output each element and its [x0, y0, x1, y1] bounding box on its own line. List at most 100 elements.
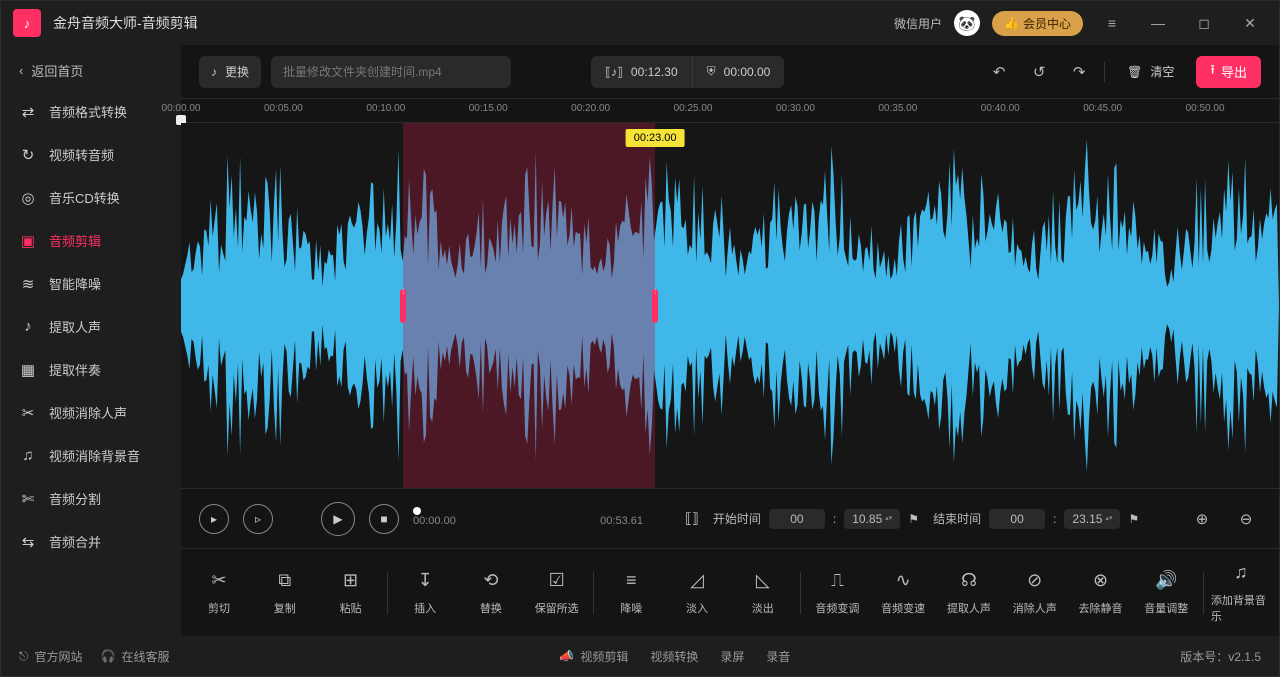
undo-button[interactable]: ↶ [984, 57, 1014, 87]
selection-start-handle[interactable]: ⋮ [400, 289, 406, 323]
tool-去除静音[interactable]: ⊗去除静音 [1071, 570, 1131, 616]
minimize-icon[interactable]: — [1141, 6, 1175, 40]
history-undo-button[interactable]: ↺ [1024, 57, 1054, 87]
tool-label: 淡出 [752, 600, 774, 616]
avatar[interactable]: 🐼 [954, 10, 980, 36]
back-home[interactable]: ‹返回首页 [1, 51, 181, 90]
tool-淡出[interactable]: ◺淡出 [733, 570, 793, 616]
end-time-ss[interactable]: 23.15▴▾ [1064, 509, 1120, 529]
upload-icon: ⭱ [1210, 61, 1215, 83]
tool-label: 音量调整 [1144, 600, 1188, 616]
tool-提取人声[interactable]: ☊提取人声 [939, 570, 999, 616]
app-title: 金舟音频大师-音频剪辑 [53, 13, 198, 33]
start-time-ss[interactable]: 10.85▴▾ [844, 509, 900, 529]
time-ruler[interactable]: 00:00.0000:05.0000:10.0000:15.0000:20.00… [181, 99, 1279, 123]
tool-label: 插入 [414, 600, 436, 616]
tool-添加背景音乐[interactable]: ♫添加背景音乐 [1211, 562, 1271, 624]
sidebar-item-5[interactable]: ♪提取人声 [1, 305, 181, 348]
footer-tab-0[interactable]: 📣视频剪辑 [559, 648, 628, 665]
replace-button[interactable]: ♪更换 [199, 56, 261, 88]
footer-tab-3[interactable]: 录音 [766, 648, 790, 665]
zoom-out-button[interactable]: ⊖ [1231, 504, 1261, 534]
export-button[interactable]: ⭱导出 [1196, 56, 1261, 88]
titlebar: ♪ 金舟音频大师-音频剪辑 微信用户 🐼 👍会员中心 ≡ — ◻ ✕ [1, 1, 1279, 45]
tool-音频变调[interactable]: ⎍音频变调 [807, 570, 867, 616]
tool-插入[interactable]: ↧插入 [395, 570, 455, 616]
nav-icon: ↻ [19, 146, 37, 164]
sidebar-item-7[interactable]: ✂视频消除人声 [1, 391, 181, 434]
selection-duration: ⟦♪⟧00:12.30 [591, 56, 692, 88]
tool-separator [800, 572, 801, 614]
marker-end-icon[interactable]: ⚑ [1128, 512, 1139, 526]
footer-tab-2[interactable]: 录屏 [720, 648, 744, 665]
tool-保留所选[interactable]: ☑保留所选 [527, 570, 587, 616]
tool-淡入[interactable]: ◿淡入 [667, 570, 727, 616]
start-time-hh[interactable]: 00 [769, 509, 825, 529]
ruler-tick: 00:10.00 [366, 103, 405, 114]
sidebar-item-label: 音乐CD转换 [49, 188, 120, 207]
top-toolbar: ♪更换 批量修改文件夹创建时间.mp4 ⟦♪⟧00:12.30 ⛨00:00.0… [181, 45, 1279, 99]
tool-label: 添加背景音乐 [1211, 592, 1271, 624]
selection-region[interactable] [403, 123, 655, 488]
maximize-icon[interactable]: ◻ [1187, 6, 1221, 40]
tool-separator [593, 572, 594, 614]
tool-label: 音频变速 [881, 600, 925, 616]
tool-音频变速[interactable]: ∿音频变速 [873, 570, 933, 616]
menu-icon[interactable]: ≡ [1095, 6, 1129, 40]
sidebar-item-8[interactable]: ♫视频消除背景音 [1, 434, 181, 477]
tool-复制[interactable]: ⧉复制 [255, 570, 315, 616]
sidebar-item-0[interactable]: ⇄音频格式转换 [1, 90, 181, 133]
chevron-left-icon: ‹ [19, 63, 23, 78]
support-link[interactable]: 🎧在线客服 [101, 648, 170, 665]
sidebar-item-10[interactable]: ⇆音频合并 [1, 520, 181, 563]
tool-separator [1203, 572, 1204, 614]
spinner-icon[interactable]: ▴▾ [885, 515, 892, 522]
selection-play-button[interactable]: ▹ [243, 504, 273, 534]
tool-label: 剪切 [208, 600, 230, 616]
official-site-link[interactable]: ⎋官方网站 [19, 648, 83, 665]
sidebar-item-3[interactable]: ▣音频剪辑 [1, 219, 181, 262]
tool-icon: ⟲ [483, 570, 498, 592]
close-icon[interactable]: ✕ [1233, 6, 1267, 40]
sidebar-item-label: 智能降噪 [49, 274, 101, 293]
marker-start-icon[interactable]: ⚑ [908, 512, 919, 526]
tool-消除人声[interactable]: ⊘消除人声 [1005, 570, 1065, 616]
progress-knob[interactable] [413, 507, 421, 515]
end-time-group: 结束时间 00: 23.15▴▾ ⚑ [933, 509, 1139, 529]
redo-button[interactable]: ↷ [1064, 57, 1094, 87]
sidebar-item-6[interactable]: ▦提取伴奏 [1, 348, 181, 391]
zoom-in-button[interactable]: ⊕ [1187, 504, 1217, 534]
tool-剪切[interactable]: ✂剪切 [189, 570, 249, 616]
sidebar: ‹返回首页 ⇄音频格式转换↻视频转音频◎音乐CD转换▣音频剪辑≋智能降噪♪提取人… [1, 45, 181, 636]
waveform-area[interactable]: ⋮ ⋮ 00:23.00 [181, 123, 1279, 488]
vip-button[interactable]: 👍会员中心 [992, 11, 1083, 36]
play-button[interactable]: ▶ [321, 502, 355, 536]
tool-音量调整[interactable]: 🔊音量调整 [1136, 570, 1196, 616]
start-label: 开始时间 [713, 510, 761, 527]
loop-play-button[interactable]: ▸ [199, 504, 229, 534]
ruler-tick: 00:45.00 [1083, 103, 1122, 114]
tool-icon: ☑ [549, 570, 565, 592]
ruler-tick: 00:25.00 [674, 103, 713, 114]
sidebar-item-1[interactable]: ↻视频转音频 [1, 133, 181, 176]
tool-label: 淡入 [686, 600, 708, 616]
nav-icon: ✄ [19, 490, 37, 508]
time-display: ⟦♪⟧00:12.30 ⛨00:00.00 [591, 56, 784, 88]
tool-label: 降噪 [620, 600, 642, 616]
end-time-hh[interactable]: 00 [989, 509, 1045, 529]
tool-icon: ⊘ [1027, 570, 1042, 592]
tool-替换[interactable]: ⟲替换 [461, 570, 521, 616]
selection-end-handle[interactable]: ⋮ [652, 289, 658, 323]
spinner-icon[interactable]: ▴▾ [1105, 515, 1112, 522]
stop-button[interactable]: ■ [369, 504, 399, 534]
tool-icon: ⊞ [343, 570, 358, 592]
footer-tab-1[interactable]: 视频转换 [650, 648, 698, 665]
clear-button[interactable]: 🗑清空 [1115, 56, 1186, 88]
sidebar-item-2[interactable]: ◎音乐CD转换 [1, 176, 181, 219]
tool-降噪[interactable]: ≡降噪 [601, 570, 661, 616]
sidebar-item-9[interactable]: ✄音频分割 [1, 477, 181, 520]
sidebar-item-4[interactable]: ≋智能降噪 [1, 262, 181, 305]
time-badge: 00:23.00 [626, 129, 685, 147]
tool-粘贴[interactable]: ⊞粘贴 [321, 570, 381, 616]
version-label: 版本号：v2.1.5 [1180, 648, 1261, 665]
